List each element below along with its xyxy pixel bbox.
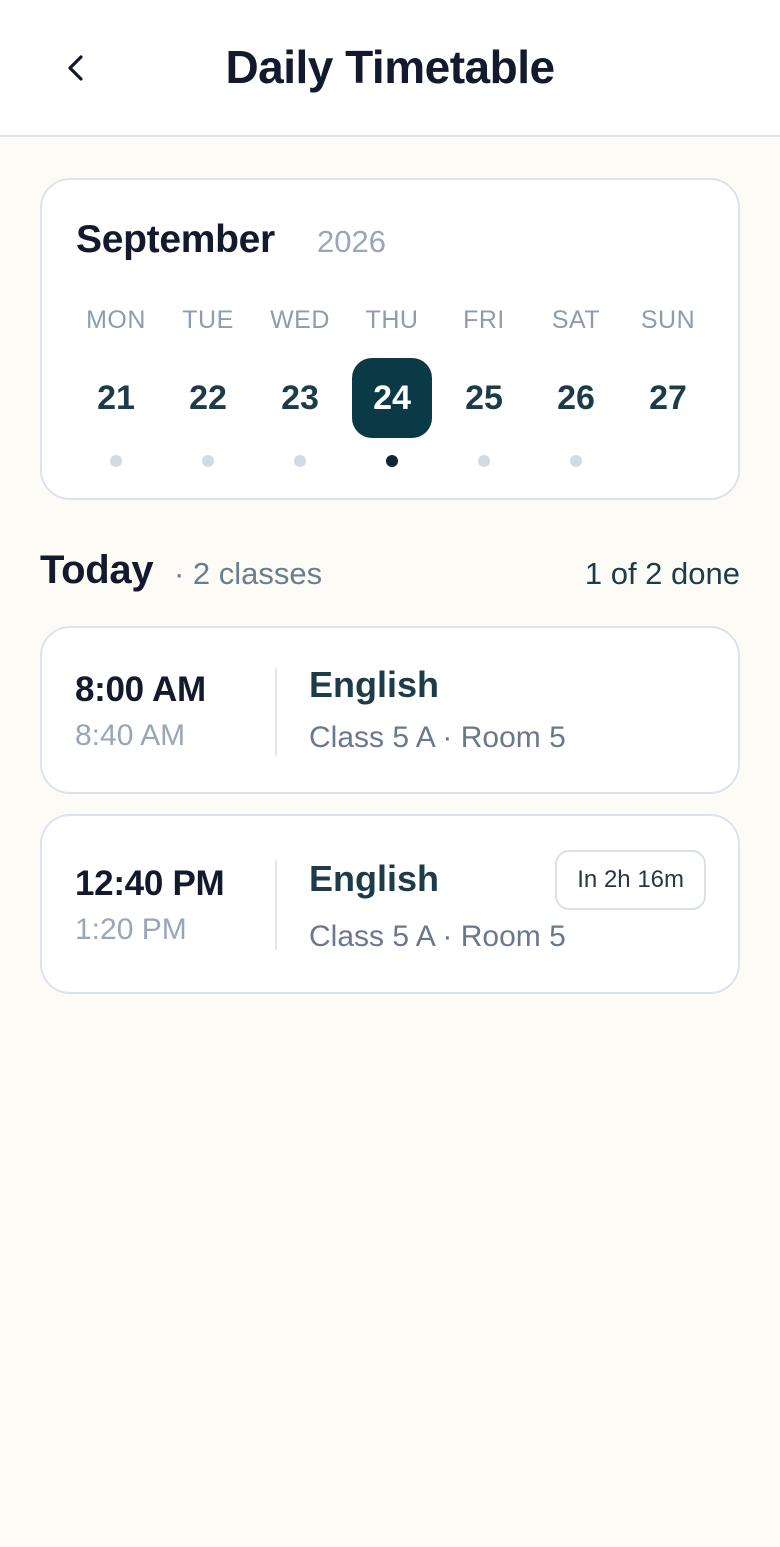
day-indicator-dot xyxy=(294,455,306,467)
class-details: Class 5 A · Room 5 xyxy=(309,721,566,754)
class-end-time: 1:20 PM xyxy=(75,913,187,946)
day-of-week-label: TUE xyxy=(182,306,234,334)
card-divider xyxy=(275,668,277,756)
time-until-badge: In 2h 16m xyxy=(555,850,706,910)
week-calendar-card: September 2026 MON 21 TUE 22 WED 23 THU … xyxy=(40,178,740,500)
day-indicator-dot xyxy=(478,455,490,467)
day-of-week-label: MON xyxy=(86,306,146,334)
day-of-week-label: FRI xyxy=(463,306,505,334)
class-card[interactable]: 8:00 AM 8:40 AM English Class 5 A · Room… xyxy=(40,626,740,794)
day-number-button[interactable]: 25 xyxy=(444,358,524,438)
day-indicator-dot xyxy=(570,455,582,467)
day-indicator-dot xyxy=(202,455,214,467)
day-number-button[interactable]: 24 xyxy=(352,358,432,438)
class-card[interactable]: 12:40 PM 1:20 PM English Class 5 A · Roo… xyxy=(40,814,740,994)
day-of-week-label: WED xyxy=(270,306,330,334)
day-number-button[interactable]: 27 xyxy=(628,358,708,438)
day-indicator-dot xyxy=(386,455,398,467)
top-app-bar: Daily Timetable xyxy=(0,0,780,137)
day-of-week-label: SUN xyxy=(640,306,696,334)
class-subject: English xyxy=(309,858,440,899)
day-of-week-label: SAT xyxy=(551,306,601,334)
class-subject: English xyxy=(309,664,440,705)
calendar-year: 2026 xyxy=(317,224,386,259)
day-number-button[interactable]: 22 xyxy=(168,358,248,438)
day-number-button[interactable]: 21 xyxy=(76,358,156,438)
calendar-month: September xyxy=(76,218,275,261)
day-number-button[interactable]: 23 xyxy=(260,358,340,438)
day-of-week-label: THU xyxy=(365,306,419,334)
class-count: · 2 classes xyxy=(174,556,323,591)
section-title: Today xyxy=(40,548,154,592)
day-indicator-dot xyxy=(110,455,122,467)
class-start-time: 8:00 AM xyxy=(75,670,206,709)
day-number-button[interactable]: 26 xyxy=(536,358,616,438)
class-details: Class 5 A · Room 5 xyxy=(309,920,566,953)
class-end-time: 8:40 AM xyxy=(75,719,186,752)
card-divider xyxy=(275,860,277,950)
progress-summary: 1 of 2 done xyxy=(584,556,740,591)
class-start-time: 12:40 PM xyxy=(75,864,225,903)
page-title: Daily Timetable xyxy=(225,41,555,93)
